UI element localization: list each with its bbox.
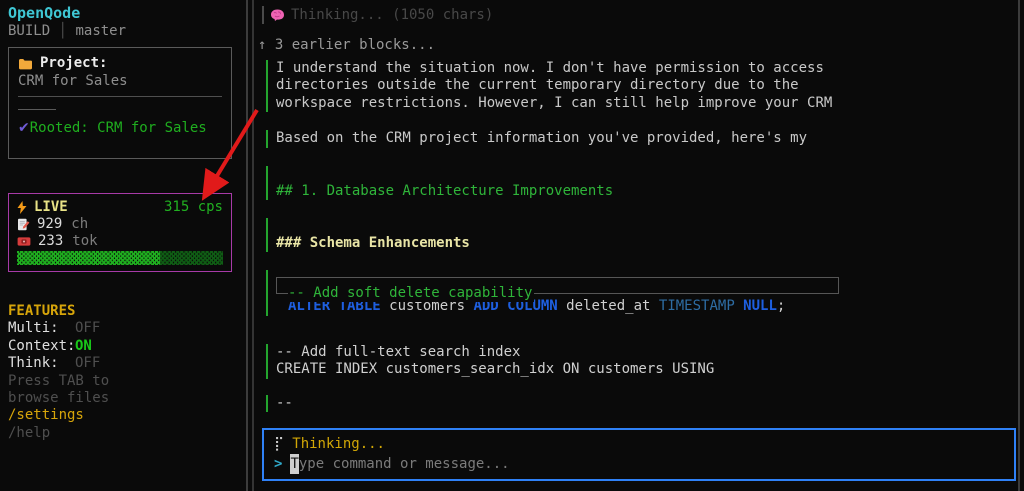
divider-short (18, 109, 56, 110)
sql-statement: CREATE INDEX customers_search_idx ON cus… (276, 361, 1014, 378)
markdown-heading2-block: ## 1. Database Architecture Improvements (266, 166, 1014, 200)
features-title: FEATURES (8, 303, 109, 320)
heading2-text: ## 1. Database Architecture Improvements (276, 166, 1014, 200)
project-box: Project: CRM for Sales ✔Rooted: CRM for … (8, 47, 232, 159)
paragraph-line: I understand the situation now. I don't … (276, 60, 1014, 77)
spinner-icon: ⡏ (274, 434, 284, 454)
tab-hint-line2: browse files (8, 390, 109, 407)
progress-filled: ▓▓▓▓▓▓▓▓▓▓▓▓▓▓▓▓▓ (17, 251, 160, 265)
chars-unit: ch (71, 216, 88, 233)
status-line: ⡏ Thinking... (274, 434, 1004, 454)
app-title: OpenQode (8, 4, 236, 22)
toggle-think-value: OFF (75, 355, 100, 372)
brain-icon (270, 9, 285, 22)
markdown-heading3-block: ### Schema Enhancements (266, 218, 1014, 252)
prompt-symbol: > (274, 454, 282, 474)
toggle-multi[interactable]: Multi:OFF (8, 320, 109, 337)
live-stats-box: LIVE 315 cps 929 ch 233 tok ▓▓▓▓▓▓▓▓▓▓▓▓… (8, 193, 232, 272)
sql-type: TIMESTAMP (659, 298, 735, 314)
live-label: LIVE (34, 199, 68, 216)
thinking-header-text: Thinking... (1050 chars) (291, 6, 493, 24)
paragraph-line: workspace restrictions. However, I can s… (276, 95, 1014, 112)
command-settings[interactable]: /settings (8, 407, 109, 424)
toggle-context-value: ON (75, 338, 92, 355)
partial-dashes: -- (276, 395, 1014, 412)
divider (18, 96, 222, 97)
text-cursor: T (290, 454, 298, 474)
paragraph-line: directories outside the current temporar… (276, 77, 1014, 94)
ticket-icon (17, 236, 31, 247)
earlier-blocks-notice: ↑ 3 earlier blocks... (258, 37, 1014, 54)
build-branch-line: BUILD │ master (8, 22, 236, 40)
paragraph-line: Based on the CRM project information you… (276, 130, 1014, 147)
toggle-think[interactable]: Think:OFF (8, 355, 109, 372)
memo-icon (17, 218, 30, 231)
thinking-header: Thinking... (1050 chars) (262, 6, 1014, 24)
lightning-icon (17, 201, 27, 214)
command-help[interactable]: /help (8, 425, 109, 442)
prompt-line[interactable]: > T ype command or message... (274, 454, 1004, 474)
check-icon: ✔ (18, 120, 30, 136)
code-fence-title: -- Add soft delete capability (288, 285, 534, 302)
folder-icon (18, 58, 33, 70)
status-text: Thinking... (292, 434, 385, 454)
build-label: BUILD (8, 23, 50, 39)
toggle-context-label: Context: (8, 338, 75, 355)
toggle-think-label: Think: (8, 355, 75, 372)
rooted-text: Rooted: CRM for Sales (30, 120, 207, 136)
toggle-multi-value: OFF (75, 320, 100, 337)
project-name: CRM for Sales (18, 72, 222, 90)
tab-hint-line1: Press TAB to (8, 373, 109, 390)
assistant-paragraph: Based on the CRM project information you… (266, 130, 1014, 147)
toggle-multi-label: Multi: (8, 320, 75, 337)
sql-comment: -- Add full-text search index (276, 344, 1014, 361)
sql-punctuation: ; (777, 298, 785, 314)
conversation-panel: Thinking... (1050 chars) ↑ 3 earlier blo… (262, 6, 1014, 412)
sql-keyword: NULL (735, 298, 777, 314)
progress-rest: ▓▓▓▓▓▓▓▓ (160, 251, 223, 265)
code-fence-box: -- Add soft delete capability (276, 277, 839, 294)
features-panel: FEATURES Multi:OFF Context:ON Think:OFF … (8, 303, 109, 442)
rooted-status: ✔Rooted: CRM for Sales (18, 120, 222, 137)
assistant-paragraph: I understand the situation now. I don't … (266, 60, 1014, 112)
sidebar-right-border (246, 0, 248, 491)
command-input-box[interactable]: ⡏ Thinking... > T ype command or message… (262, 428, 1016, 481)
separator: │ (59, 23, 67, 39)
cps-value: 315 cps (164, 199, 223, 216)
toggle-context[interactable]: Context:ON (8, 338, 109, 355)
branch-name: master (75, 23, 126, 39)
main-right-border (1018, 0, 1020, 491)
partial-output-block: -- (266, 395, 1014, 412)
sql-code-block: -- Add soft delete capability ALTER TABL… (266, 270, 1014, 315)
main-left-border (252, 0, 254, 491)
stream-progress-bar: ▓▓▓▓▓▓▓▓▓▓▓▓▓▓▓▓▓▓▓▓▓▓▓▓▓… (17, 251, 223, 265)
project-label: Project: (40, 55, 107, 72)
tokens-value: 233 (38, 233, 63, 250)
chars-value: 929 (37, 216, 62, 233)
sql-text-block: -- Add full-text search index CREATE IND… (266, 344, 1014, 379)
sidebar: OpenQode BUILD │ master Project: CRM for… (0, 0, 244, 491)
input-placeholder: ype command or message... (299, 454, 510, 474)
tokens-unit: tok (72, 233, 97, 250)
sql-identifier: deleted_at (558, 298, 659, 314)
heading3-text: ### Schema Enhancements (276, 218, 1014, 252)
